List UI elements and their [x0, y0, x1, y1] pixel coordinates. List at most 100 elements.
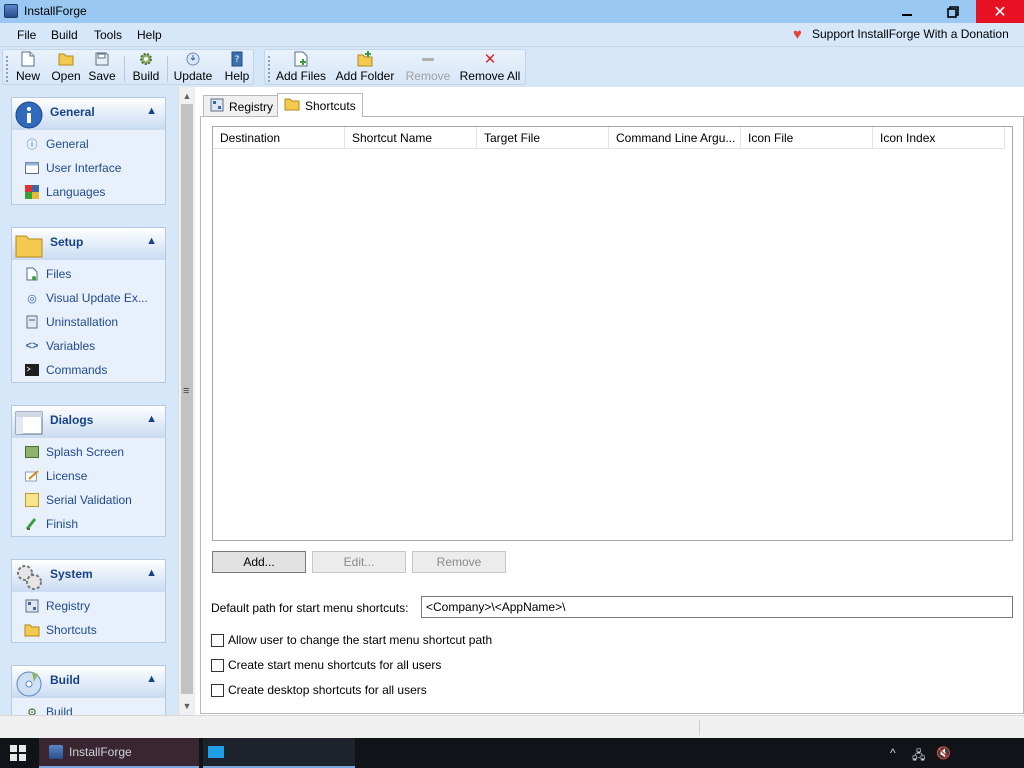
sidebar-item-languages[interactable]: Languages — [12, 180, 165, 204]
sidebar-item-license[interactable]: License — [12, 464, 165, 488]
volume-muted-icon[interactable]: 🔇 — [936, 746, 951, 760]
help-button[interactable]: ? Help — [223, 50, 251, 86]
chevron-up-icon[interactable]: ▲ — [146, 567, 157, 579]
add-folder-label: Add Folder — [335, 69, 395, 83]
sidebar-section-system: System ▲ Registry Shortcuts — [11, 559, 166, 643]
add-files-label: Add Files — [275, 69, 327, 83]
section-title: Build — [50, 673, 80, 687]
license-pen-icon — [24, 468, 40, 484]
finish-flag-icon — [24, 516, 40, 532]
sidebar-item-files[interactable]: Files — [12, 262, 165, 286]
tab-shortcuts[interactable]: Shortcuts — [277, 93, 363, 117]
sidebar-section-header[interactable]: System ▲ — [12, 560, 165, 592]
shortcuts-table[interactable]: Destination Shortcut Name Target File Co… — [212, 126, 1013, 541]
start-menu-all-users-checkbox[interactable]: Create start menu shortcuts for all user… — [211, 658, 441, 672]
chevron-up-tray-icon[interactable]: ^ — [890, 746, 896, 760]
sidebar-item-general[interactable]: ⓘ General — [12, 132, 165, 156]
windows-start-icon[interactable] — [10, 745, 26, 761]
tab-registry[interactable]: Registry — [203, 95, 279, 117]
checkbox-box[interactable] — [211, 658, 224, 672]
chevron-up-icon[interactable]: ▲ — [146, 235, 157, 247]
remove-toolbar-button[interactable]: Remove — [405, 50, 451, 86]
menu-tools[interactable]: Tools — [94, 28, 122, 42]
restore-button[interactable] — [930, 0, 976, 23]
splitter-grip-icon[interactable]: ≡ — [183, 385, 189, 397]
toolbar: New Open Save Build Update ? Help Add Fi… — [0, 47, 1024, 87]
toolbar-grip[interactable] — [6, 56, 8, 82]
sidebar-scrollbar[interactable]: ▲ ≡ ▼ — [178, 87, 195, 715]
sidebar-section-header[interactable]: Setup ▲ — [12, 228, 165, 260]
add-folder-button[interactable]: Add Folder — [335, 50, 395, 86]
system-gears-icon — [17, 565, 42, 590]
column-header[interactable]: Destination — [213, 127, 345, 149]
network-icon[interactable]: 🖧 — [912, 746, 925, 767]
edit-button[interactable]: Edit... — [312, 551, 406, 573]
column-header[interactable]: Icon File — [741, 127, 873, 149]
sidebar-section-header[interactable]: Dialogs ▲ — [12, 406, 165, 438]
save-label: Save — [88, 69, 116, 83]
remove-all-button[interactable]: ✕ Remove All — [459, 50, 521, 86]
menu-help[interactable]: Help — [137, 28, 162, 42]
sidebar-item-label: Visual Update Ex... — [46, 291, 148, 305]
remove-button[interactable]: Remove — [412, 551, 506, 573]
dialog-window-icon — [15, 411, 43, 435]
sidebar-item-user-interface[interactable]: User Interface — [12, 156, 165, 180]
scrollbar-thumb[interactable] — [181, 104, 193, 694]
chevron-up-icon[interactable]: ▲ — [146, 413, 157, 425]
sidebar-item-uninstallation[interactable]: Uninstallation — [12, 310, 165, 334]
menu-build[interactable]: Build — [51, 28, 78, 42]
update-label: Update — [173, 69, 213, 83]
update-button[interactable]: Update — [173, 50, 213, 86]
minimize-button[interactable] — [884, 0, 930, 23]
new-button[interactable]: New — [13, 50, 43, 86]
checkbox-box[interactable] — [211, 633, 224, 647]
add-button[interactable]: Add... — [212, 551, 306, 573]
shortcut-folder-icon — [24, 622, 40, 638]
tab-label: Shortcuts — [305, 98, 356, 113]
add-files-button[interactable]: Add Files — [275, 50, 327, 86]
desktop-all-users-checkbox[interactable]: Create desktop shortcuts for all users — [211, 683, 427, 697]
toolbar-grip[interactable] — [268, 56, 270, 82]
default-path-input[interactable]: <Company>\<AppName>\ — [421, 596, 1013, 618]
sidebar-item-commands[interactable]: Commands — [12, 358, 165, 382]
sidebar-section-header[interactable]: General ▲ — [12, 98, 165, 130]
update-icon: ◎ — [27, 292, 37, 305]
menu-file[interactable]: File — [17, 28, 36, 42]
column-header[interactable]: Target File — [477, 127, 609, 149]
sidebar-item-build[interactable]: ⚙ Build — [12, 700, 165, 715]
taskbar-app-secondary[interactable] — [203, 738, 355, 768]
sidebar-item-finish[interactable]: Finish — [12, 512, 165, 536]
build-button[interactable]: Build — [131, 50, 161, 86]
donate-link[interactable]: ♥ Support InstallForge With a Donation — [793, 27, 1009, 42]
info-icon — [15, 101, 43, 129]
file-icon — [24, 266, 40, 282]
sidebar-item-variables[interactable]: <> Variables — [12, 334, 165, 358]
sidebar-item-shortcuts[interactable]: Shortcuts — [12, 618, 165, 642]
column-header[interactable]: Shortcut Name — [345, 127, 477, 149]
new-file-icon — [20, 51, 36, 67]
section-title: General — [50, 105, 95, 119]
sidebar-section-setup: Setup ▲ Files ◎ Visual Update Ex... Unins… — [11, 227, 166, 383]
chevron-up-icon[interactable]: ▲ — [146, 105, 157, 117]
sidebar-item-serial-validation[interactable]: Serial Validation — [12, 488, 165, 512]
close-button[interactable]: ✕ — [976, 0, 1024, 23]
allow-change-path-checkbox[interactable]: Allow user to change the start menu shor… — [211, 633, 492, 647]
scroll-up-arrow-icon[interactable]: ▲ — [179, 87, 195, 104]
code-brackets-icon: <> — [25, 340, 39, 352]
column-header[interactable]: Icon Index — [873, 127, 1005, 149]
column-header[interactable]: Command Line Argu... — [609, 127, 741, 149]
sidebar-section-header[interactable]: Build ▲ — [12, 666, 165, 698]
chevron-up-icon[interactable]: ▲ — [146, 673, 157, 685]
scroll-down-arrow-icon[interactable]: ▼ — [179, 697, 195, 714]
remove-toolbar-label: Remove — [405, 69, 451, 83]
checkbox-label: Allow user to change the start menu shor… — [228, 633, 493, 647]
taskbar-app-installforge[interactable]: InstallForge — [39, 738, 199, 768]
registry-icon — [210, 98, 224, 115]
save-button[interactable]: Save — [87, 50, 117, 86]
sidebar-item-splash-screen[interactable]: Splash Screen — [12, 440, 165, 464]
open-button[interactable]: Open — [49, 50, 83, 86]
sidebar-item-registry[interactable]: Registry — [12, 594, 165, 618]
checkbox-box[interactable] — [211, 683, 224, 697]
build-gear-icon: ⚙ — [27, 706, 37, 716]
sidebar-item-visual-update[interactable]: ◎ Visual Update Ex... — [12, 286, 165, 310]
